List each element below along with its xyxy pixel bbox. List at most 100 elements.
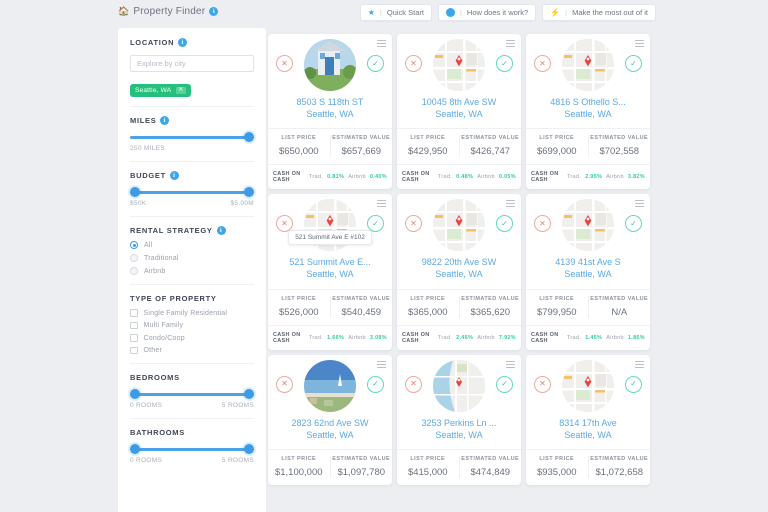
slider-fill: [135, 393, 249, 396]
reject-button[interactable]: ✕: [405, 376, 422, 393]
reject-button[interactable]: ✕: [276, 55, 293, 72]
property-thumbnail[interactable]: [304, 39, 356, 91]
property-address[interactable]: 8314 17th AveSeattle, WA: [526, 417, 650, 449]
property-address[interactable]: 3253 Perkins Ln ...Seattle, WA: [397, 417, 521, 449]
menu-icon[interactable]: [635, 361, 644, 368]
property-card[interactable]: ✕✓10045 8th Ave SWSeattle, WALIST PRICE$…: [397, 34, 521, 189]
price-row: LIST PRICE$365,000ESTIMATED VALUE$365,62…: [397, 289, 521, 325]
slider-knob-max[interactable]: [244, 444, 254, 454]
bedrooms-min-label: 0 ROOMS: [130, 402, 162, 409]
checkbox-icon[interactable]: [130, 309, 138, 317]
reject-button[interactable]: ✕: [534, 55, 551, 72]
property-card[interactable]: ✕✓521 Summit Ave E #102521 Summit Ave E.…: [268, 194, 392, 349]
accept-button[interactable]: ✓: [496, 376, 513, 393]
info-icon[interactable]: i: [160, 116, 169, 125]
info-icon[interactable]: i: [217, 226, 226, 235]
property-card[interactable]: ✕ ✓ 4139 41st Ave SSeattle, WA LIST PRICE$7…: [526, 194, 650, 349]
close-icon[interactable]: ✕: [176, 87, 185, 95]
slider-knob-max[interactable]: [244, 389, 254, 399]
menu-icon[interactable]: [506, 40, 515, 47]
info-icon[interactable]: i: [170, 171, 179, 180]
reject-button[interactable]: ✕: [405, 55, 422, 72]
slider-knob-max[interactable]: [244, 187, 254, 197]
property-card[interactable]: ✕✓8503 S 118th STSeattle, WALIST PRICE$6…: [268, 34, 392, 189]
list-price-cell: LIST PRICE$650,000: [268, 135, 330, 157]
reject-button[interactable]: ✕: [534, 215, 551, 232]
bedrooms-label: BEDROOMS: [130, 373, 254, 382]
accept-button[interactable]: ✓: [367, 55, 384, 72]
property-address[interactable]: 4816 S Othello S...Seattle, WA: [526, 96, 650, 128]
reject-button[interactable]: ✕: [276, 376, 293, 393]
radio-icon[interactable]: [130, 267, 138, 275]
checkbox-single-family[interactable]: Single Family Residential: [130, 309, 254, 317]
search-input[interactable]: [130, 55, 254, 72]
filters-sidebar: LOCATION i Seattle, WA ✕ MILES i 250 MIL…: [118, 28, 266, 512]
property-address[interactable]: 8503 S 118th STSeattle, WA: [268, 96, 392, 128]
property-card[interactable]: ✕✓4816 S Othello S...Seattle, WALIST PRI…: [526, 34, 650, 189]
menu-icon[interactable]: [506, 361, 515, 368]
reject-button[interactable]: ✕: [405, 215, 422, 232]
menu-icon[interactable]: [377, 361, 386, 368]
list-price-cell: LIST PRICE$935,000: [526, 456, 588, 478]
miles-slider[interactable]: [130, 132, 254, 142]
property-address[interactable]: 10045 8th Ave SWSeattle, WA: [397, 96, 521, 128]
menu-icon[interactable]: [377, 40, 386, 47]
property-address[interactable]: 9822 20th Ave SWSeattle, WA: [397, 256, 521, 288]
info-icon[interactable]: i: [178, 38, 187, 47]
bedrooms-slider[interactable]: [130, 389, 254, 399]
list-price-cell: LIST PRICE$365,000: [397, 296, 459, 318]
menu-icon[interactable]: [635, 200, 644, 207]
radio-option-all[interactable]: All: [130, 241, 254, 249]
reject-button[interactable]: ✕: [534, 376, 551, 393]
checkbox-other[interactable]: Other: [130, 347, 254, 355]
property-thumbnail[interactable]: [433, 360, 485, 412]
radio-option-traditional[interactable]: Traditional: [130, 254, 254, 262]
property-address[interactable]: 2823 62nd Ave SWSeattle, WA: [268, 417, 392, 449]
property-address[interactable]: 521 Summit Ave E...Seattle, WA: [268, 256, 392, 288]
radio-option-airbnb[interactable]: Airbnb: [130, 267, 254, 275]
slider-knob-max[interactable]: [244, 132, 254, 142]
menu-icon[interactable]: [506, 200, 515, 207]
radio-icon[interactable]: [130, 254, 138, 262]
accept-button[interactable]: ✓: [625, 376, 642, 393]
property-thumbnail[interactable]: [304, 360, 356, 412]
property-thumbnail[interactable]: [433, 199, 485, 251]
checkbox-icon[interactable]: [130, 347, 138, 355]
accept-button[interactable]: ✓: [496, 55, 513, 72]
accept-button[interactable]: ✓: [496, 215, 513, 232]
checkbox-icon[interactable]: [130, 322, 138, 330]
property-card[interactable]: ✕✓9822 20th Ave SWSeattle, WALIST PRICE$…: [397, 194, 521, 349]
property-thumbnail[interactable]: [562, 360, 614, 412]
estimated-value-value: $1,097,780: [331, 467, 393, 478]
slider-knob-min[interactable]: [130, 187, 140, 197]
list-price-cell: LIST PRICE$799,950: [526, 296, 588, 318]
location-tag-seattle[interactable]: Seattle, WA ✕: [130, 84, 191, 98]
slider-knob-min[interactable]: [130, 444, 140, 454]
property-thumbnail[interactable]: [562, 199, 614, 251]
property-card[interactable]: ✕✓3253 Perkins Ln ...Seattle, WALIST PRI…: [397, 355, 521, 485]
make-the-most-button[interactable]: ⚡ | Make the most out of it: [542, 4, 656, 21]
divider: [130, 106, 254, 107]
bathrooms-slider[interactable]: [130, 444, 254, 454]
property-card[interactable]: ✕✓2823 62nd Ave SWSeattle, WALIST PRICE$…: [268, 355, 392, 485]
radio-icon[interactable]: [130, 241, 138, 249]
accept-button[interactable]: ✓: [625, 55, 642, 72]
checkbox-multi-family[interactable]: Multi Family: [130, 322, 254, 330]
accept-button[interactable]: ✓: [625, 215, 642, 232]
accept-button[interactable]: ✓: [367, 376, 384, 393]
menu-icon[interactable]: [377, 200, 386, 207]
slider-knob-min[interactable]: [130, 389, 140, 399]
list-price-label: LIST PRICE: [397, 135, 459, 141]
checkbox-condo-coop[interactable]: Condo/Coop: [130, 334, 254, 342]
menu-icon[interactable]: [635, 40, 644, 47]
price-row: LIST PRICE$650,000ESTIMATED VALUE$657,66…: [268, 128, 392, 164]
property-thumbnail[interactable]: [562, 39, 614, 91]
budget-slider[interactable]: [130, 187, 254, 197]
how-does-it-work-button[interactable]: i | How does it work?: [438, 4, 536, 21]
info-icon[interactable]: i: [209, 7, 218, 16]
property-address[interactable]: 4139 41st Ave SSeattle, WA: [526, 256, 650, 288]
property-card[interactable]: ✕ ✓ 8314 17th AveSeattle, WA LIST PRICE$935…: [526, 355, 650, 485]
checkbox-icon[interactable]: [130, 334, 138, 342]
property-thumbnail[interactable]: [433, 39, 485, 91]
quick-start-button[interactable]: ★ | Quick Start: [360, 4, 432, 21]
